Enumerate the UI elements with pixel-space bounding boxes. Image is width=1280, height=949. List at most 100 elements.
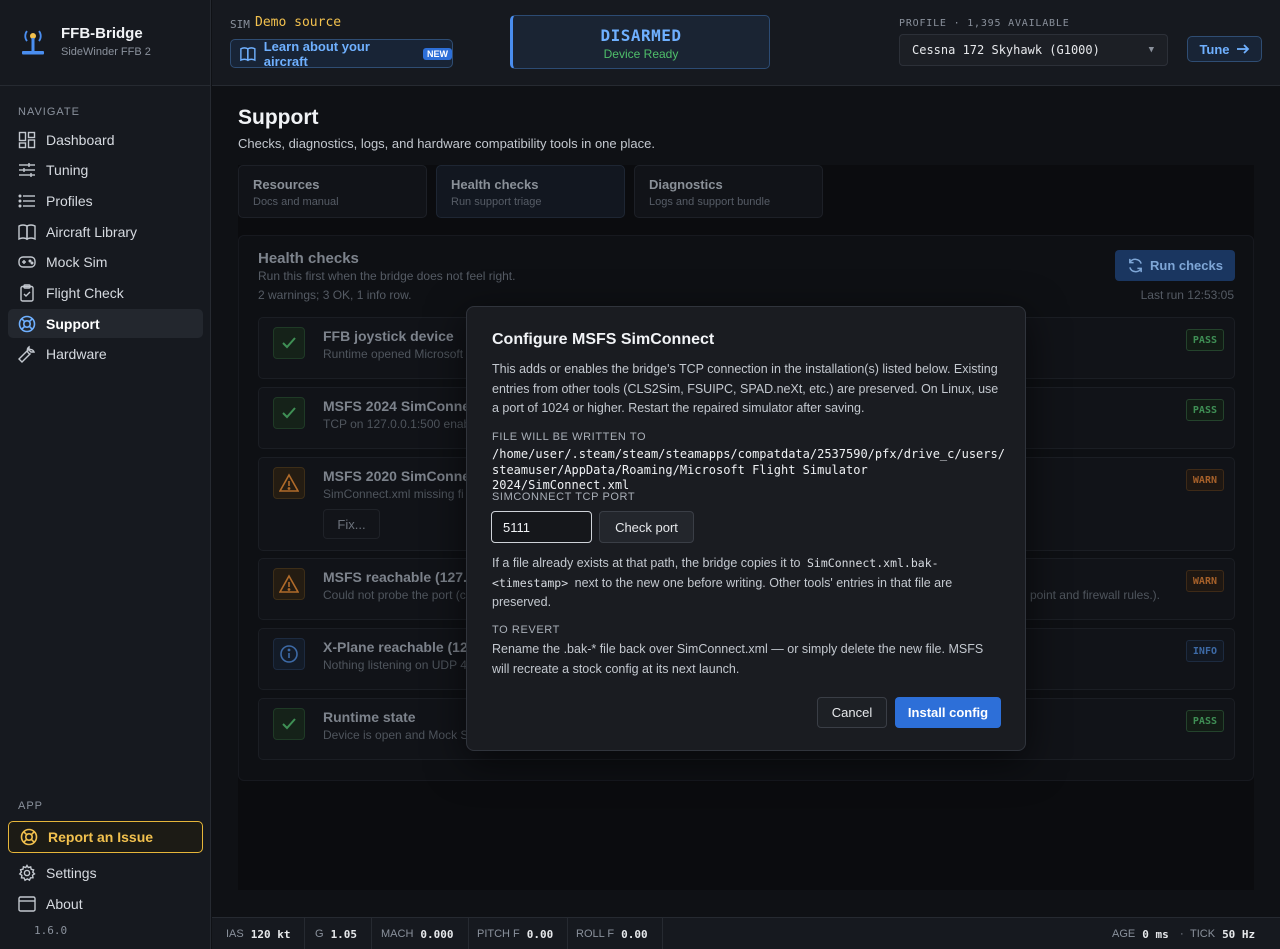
check-name: FFB joystick device	[323, 328, 454, 344]
warning-icon	[273, 467, 305, 499]
learn-aircraft-label: Learn about your aircraft	[263, 38, 370, 69]
profile-label: PROFILE · 1,395 AVAILABLE	[899, 18, 1070, 29]
telemetry-mach: MACH 0.000	[367, 918, 469, 949]
roll-label: ROLL F	[576, 928, 615, 940]
check-detail: Could not probe the port (c	[323, 588, 466, 602]
sidebar-item-dashboard[interactable]: Dashboard	[8, 125, 203, 154]
sidebar-item-tuning[interactable]: Tuning	[8, 155, 203, 184]
sidebar-item-hardware[interactable]: Hardware	[8, 339, 203, 368]
check-detail: SimConnect.xml missing fi	[323, 487, 464, 501]
backup-note-text: If a file already exists at that path, t…	[492, 556, 801, 570]
telemetry-bar: IAS 120 kt G 1.05 MACH 0.000 PITCH F 0.00 RO…	[212, 917, 1280, 949]
page-title: Support	[238, 106, 319, 129]
status-badge: WARN	[1185, 570, 1224, 592]
g-label: G	[315, 928, 324, 940]
fix-button[interactable]: Fix...	[323, 509, 380, 539]
tab-title: Health checks	[451, 177, 539, 192]
dialog-title: Configure MSFS SimConnect	[492, 331, 715, 348]
check-port-button[interactable]: Check port	[599, 511, 694, 543]
configure-simconnect-dialog: Configure MSFS SimConnect This adds or e…	[466, 306, 1026, 751]
check-detail: Runtime opened Microsoft	[323, 347, 464, 361]
sidebar-item-label: Dashboard	[46, 131, 115, 148]
telemetry-age: AGE 0 ms	[1112, 918, 1169, 949]
cancel-button[interactable]: Cancel	[817, 697, 887, 728]
check-detail: Nothing listening on UDP 4	[323, 658, 467, 672]
report-issue-label: Report an Issue	[48, 829, 154, 845]
sim-label: SIM	[230, 18, 250, 31]
profile-select[interactable]: Cessna 172 Skyhawk (G1000) ▼	[899, 34, 1168, 66]
mach-label: MACH	[381, 928, 414, 940]
mach-value: 0.000	[420, 927, 454, 941]
tab-subtitle: Run support triage	[451, 196, 542, 208]
lifebuoy-icon	[18, 315, 36, 332]
tab-subtitle: Logs and support bundle	[649, 196, 771, 208]
tune-button[interactable]: Tune	[1187, 36, 1262, 62]
check-pass-icon	[273, 708, 305, 740]
sidebar-item-label: Hardware	[46, 345, 107, 362]
sidebar-item-label: Tuning	[46, 161, 89, 178]
app-name: FFB-Bridge	[61, 25, 143, 42]
profile-select-value: Cessna 172 Skyhawk (G1000)	[912, 43, 1100, 57]
check-pass-icon	[273, 327, 305, 359]
sidebar-item-label: Flight Check	[46, 284, 124, 301]
sidebar-item-support[interactable]: Support	[8, 309, 203, 338]
grid-icon	[18, 131, 36, 148]
check-name: MSFS 2024 SimConnect	[323, 398, 483, 414]
check-name: MSFS 2020 SimConnect	[323, 468, 483, 484]
tab-diagnostics[interactable]: Diagnostics Logs and support bundle	[634, 165, 823, 218]
tab-health-checks[interactable]: Health checks Run support triage	[436, 165, 625, 218]
health-checks-summary: 2 warnings; 3 OK, 1 info row.	[258, 288, 412, 302]
clipboard-check-icon	[20, 283, 34, 302]
health-checks-title: Health checks	[258, 250, 359, 267]
device-status: Device Ready	[603, 47, 679, 61]
chevron-down-icon: ▼	[1148, 45, 1154, 55]
gear-icon	[18, 863, 36, 881]
sidebar-item-settings[interactable]: Settings	[8, 858, 203, 887]
sliders-icon	[19, 162, 35, 177]
sidebar-item-flight-check[interactable]: Flight Check	[8, 278, 203, 307]
run-checks-button[interactable]: Run checks	[1115, 250, 1235, 281]
tab-subtitle: Docs and manual	[253, 196, 339, 208]
status-badge: PASS	[1185, 710, 1224, 732]
port-input[interactable]	[491, 511, 592, 543]
book-icon	[240, 46, 256, 61]
arm-status-panel: DISARMED Device Ready	[510, 15, 770, 69]
dialog-intro: This adds or enables the bridge's TCP co…	[492, 362, 999, 415]
app-version: 1.6.0	[34, 924, 68, 937]
telemetry-g: G 1.05	[301, 918, 373, 949]
install-config-button[interactable]: Install config	[895, 697, 1001, 728]
page-subtitle: Checks, diagnostics, logs, and hardware …	[238, 136, 655, 151]
refresh-icon	[1129, 258, 1142, 273]
report-issue-button[interactable]: Report an Issue	[8, 821, 203, 853]
arm-status-title: DISARMED	[600, 26, 682, 45]
file-path-line: /home/user/.steam/steam/steamapps/compat…	[492, 447, 1005, 461]
check-detail: Device is open and Mock S	[323, 728, 469, 742]
tick-label: TICK	[1190, 928, 1216, 940]
window-icon	[18, 895, 36, 912]
tab-resources[interactable]: Resources Docs and manual	[238, 165, 427, 218]
new-badge: NEW	[423, 47, 452, 60]
tab-title: Resources	[253, 177, 320, 192]
check-name: MSFS reachable (127.0.	[323, 569, 479, 585]
sidebar-item-mock-sim[interactable]: Mock Sim	[8, 247, 203, 276]
sidebar-item-aircraft-library[interactable]: Aircraft Library	[8, 217, 203, 246]
telemetry-roll: ROLL F 0.00	[562, 918, 663, 949]
book-icon	[18, 223, 36, 240]
file-path-label: FILE WILL BE WRITTEN TO	[492, 431, 647, 443]
pitch-label: PITCH F	[477, 928, 520, 940]
check-name: Runtime state	[323, 709, 416, 725]
sidebar-item-about[interactable]: About	[8, 889, 203, 918]
age-value: 0 ms	[1142, 927, 1169, 941]
revert-instructions: Rename the .bak-* file back over SimConn…	[492, 642, 984, 676]
sidebar-item-label: About	[46, 895, 83, 912]
sidebar-item-label: Support	[46, 315, 100, 332]
check-detail-tail: point and firewall rules.).	[1029, 588, 1160, 602]
wrench-icon	[18, 345, 35, 363]
sidebar-item-label: Aircraft Library	[46, 223, 138, 240]
telemetry-tick: TICK 50 Hz	[1190, 918, 1255, 949]
arrow-right-icon	[1236, 44, 1249, 54]
learn-aircraft-button[interactable]: Learn about your aircraft NEW	[230, 38, 453, 69]
last-run-time: Last run 12:53:05	[1140, 288, 1234, 302]
tune-label: Tune	[1199, 41, 1230, 57]
sidebar-item-profiles[interactable]: Profiles	[8, 186, 203, 215]
